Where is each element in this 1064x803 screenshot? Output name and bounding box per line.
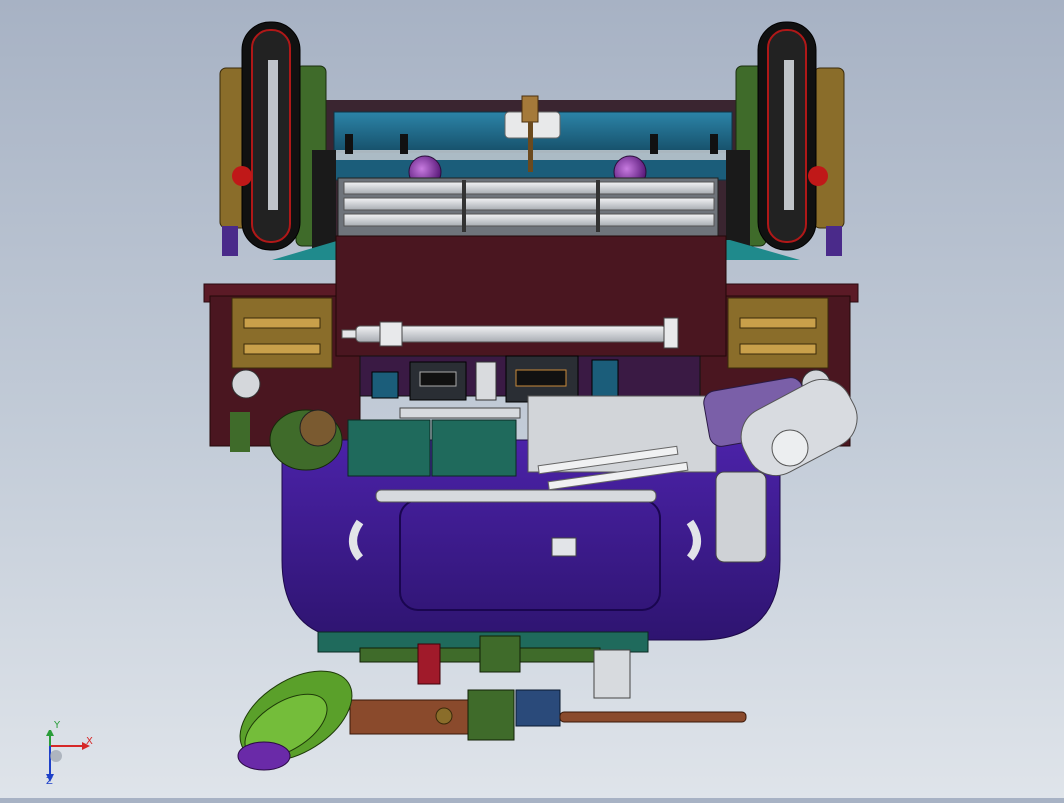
assembly-model[interactable] — [0, 0, 1064, 798]
control-panels[interactable] — [359, 355, 701, 403]
lower-weapon-assembly[interactable] — [224, 631, 747, 779]
cad-viewport[interactable]: X Y Z — [0, 0, 1064, 798]
right-wheel-assembly[interactable] — [726, 21, 845, 256]
axis-z-label: Z — [46, 776, 53, 787]
axis-triad: X Y Z — [38, 720, 98, 790]
axis-x-label: X — [86, 736, 93, 747]
radiator-grille[interactable] — [337, 177, 719, 239]
axis-y-label: Y — [54, 720, 61, 731]
left-wheel-assembly[interactable] — [219, 21, 336, 256]
